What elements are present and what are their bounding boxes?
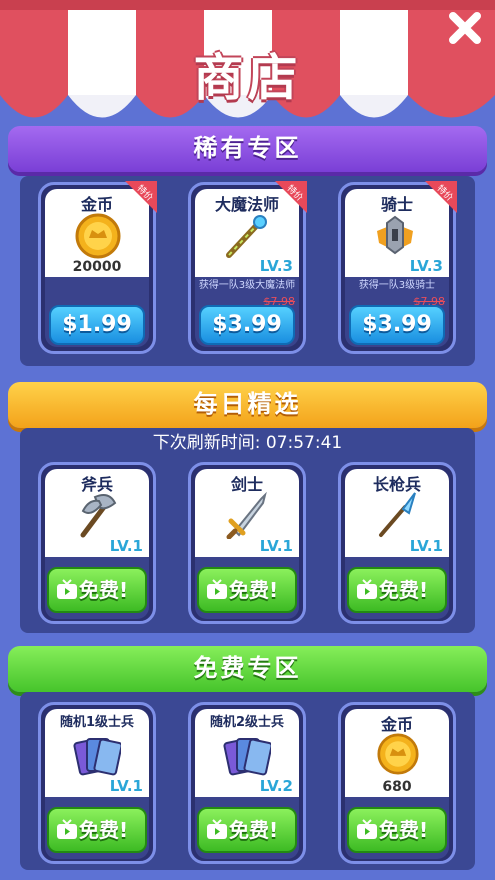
discount-badge-icon: 特价 <box>125 181 157 213</box>
cards-icon <box>223 738 271 776</box>
free-card-random-lv2[interactable]: 随机2级士兵 LV.2 免费! <box>188 702 306 864</box>
discount-badge-icon: 特价 <box>275 181 307 213</box>
free-section-header: 免费专区 <box>8 646 487 692</box>
discount-badge-icon: 特价 <box>425 181 457 213</box>
card-image-area: 金币 680 <box>345 709 449 797</box>
free-axeman-button[interactable]: 免费! <box>47 567 147 613</box>
card-image-area: 随机1级士兵 LV.1 <box>45 709 149 797</box>
buy-archmage-button[interactable]: $3.99 <box>199 305 295 345</box>
card-name: 随机2级士兵 <box>209 715 285 730</box>
card-level: LV.3 <box>409 257 443 275</box>
card-level: LV.1 <box>109 777 143 795</box>
free-button-label: 免费! <box>379 578 429 602</box>
card-image-area: 长枪兵 LV.1 <box>345 469 449 557</box>
card-name: 随机1级士兵 <box>59 715 135 730</box>
free-random-lv1-button[interactable]: 免费! <box>47 807 147 853</box>
shop-screen: 商店 稀有专区 金币 20000 特价 $1.99 大魔法师 LV.3 特价 获… <box>0 0 495 880</box>
rare-section-header: 稀有专区 <box>8 126 487 172</box>
card-description: 获得一队3级大魔法师 <box>195 277 299 297</box>
card-image-area: 随机2级士兵 LV.2 <box>195 709 299 797</box>
card-name: 金币 <box>380 715 413 734</box>
axe-icon <box>80 494 117 538</box>
free-button-label: 免费! <box>229 578 279 602</box>
free-swordsman-button[interactable]: 免费! <box>197 567 297 613</box>
tv-icon <box>357 579 377 599</box>
rare-card-archmage[interactable]: 大魔法师 LV.3 特价 获得一队3级大魔法师 $7.98 $3.99 <box>188 181 307 354</box>
free-random-lv2-button[interactable]: 免费! <box>197 807 297 853</box>
card-level: LV.1 <box>409 537 443 555</box>
card-level: LV.1 <box>109 537 143 555</box>
card-level: LV.2 <box>259 777 293 795</box>
card-level: LV.3 <box>259 257 293 275</box>
card-amount: 20000 <box>72 259 122 275</box>
refresh-timer: 下次刷新时间: 07:57:41 <box>152 433 343 453</box>
card-amount: 680 <box>382 779 412 795</box>
free-gold-button[interactable]: 免费! <box>347 807 447 853</box>
close-icon[interactable] <box>445 8 485 48</box>
daily-card-swordsman[interactable]: 剑士 LV.1 免费! <box>188 462 306 624</box>
free-button-label: 免费! <box>379 818 429 842</box>
free-card-gold[interactable]: 金币 680 免费! <box>338 702 456 864</box>
page-title: 商店 <box>193 49 302 107</box>
free-spearman-button[interactable]: 免费! <box>347 567 447 613</box>
gold-coin-icon <box>377 733 419 775</box>
free-card-random-lv1[interactable]: 随机1级士兵 LV.1 免费! <box>38 702 156 864</box>
daily-card-axeman[interactable]: 斧兵 LV.1 免费! <box>38 462 156 624</box>
gold-coin-icon <box>75 213 121 259</box>
cards-icon <box>73 738 121 776</box>
free-button-label: 免费! <box>79 578 129 602</box>
rare-card-knight[interactable]: 骑士 LV.3 特价 获得一队3级骑士 $7.98 $3.99 <box>338 181 457 354</box>
card-description: 获得一队3级骑士 <box>345 277 449 297</box>
card-level: LV.1 <box>259 537 293 555</box>
magic-staff-icon <box>226 215 267 258</box>
spear-icon <box>379 492 416 537</box>
tv-icon <box>207 579 227 599</box>
free-button-label: 免费! <box>229 818 279 842</box>
card-image-area: 斧兵 LV.1 <box>45 469 149 557</box>
tv-icon <box>207 819 227 839</box>
knight-helmet-icon <box>377 215 413 255</box>
rare-card-gold[interactable]: 金币 20000 特价 $1.99 <box>38 181 157 354</box>
sword-icon <box>226 491 267 539</box>
free-button-label: 免费! <box>79 818 129 842</box>
buy-knight-button[interactable]: $3.99 <box>349 305 445 345</box>
tv-icon <box>57 819 77 839</box>
daily-section-header: 每日精选 <box>8 382 487 428</box>
tv-icon <box>57 579 77 599</box>
card-image-area: 剑士 LV.1 <box>195 469 299 557</box>
tv-icon <box>357 819 377 839</box>
daily-card-spearman[interactable]: 长枪兵 LV.1 免费! <box>338 462 456 624</box>
buy-gold-button[interactable]: $1.99 <box>49 305 145 345</box>
